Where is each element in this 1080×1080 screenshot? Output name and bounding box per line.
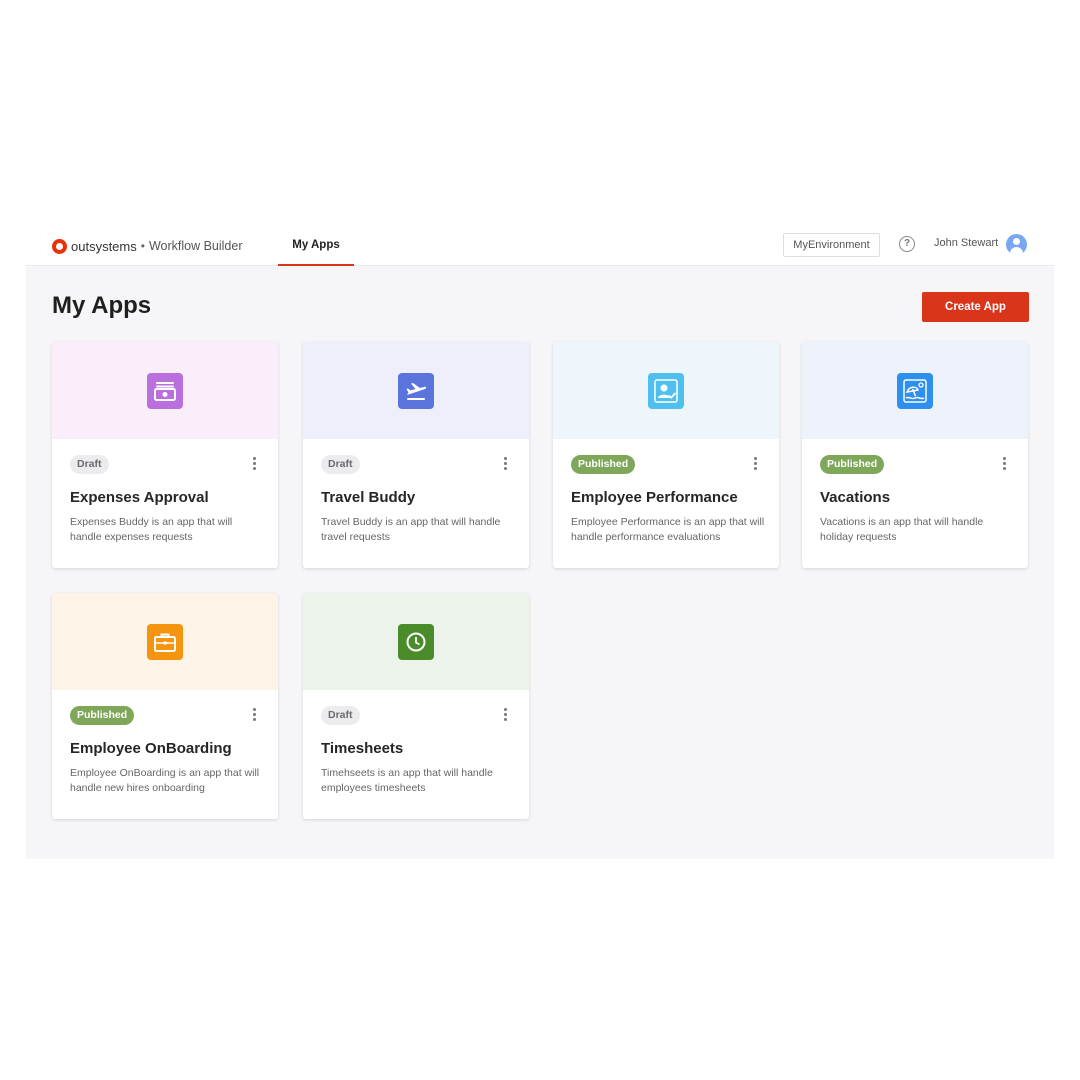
app-title: Employee OnBoarding bbox=[70, 740, 232, 757]
user-name[interactable]: John Stewart bbox=[934, 237, 998, 249]
app-card-timesheets[interactable]: Draft Timesheets Timehseets is an app th… bbox=[303, 593, 529, 819]
app-description: Employee OnBoarding is an app that will … bbox=[70, 767, 260, 794]
more-options-icon[interactable] bbox=[1001, 456, 1007, 472]
app-title: Expenses Approval bbox=[70, 489, 209, 506]
app-description: Travel Buddy is an app that will handle … bbox=[321, 516, 501, 543]
environment-selector[interactable]: MyEnvironment bbox=[783, 233, 880, 257]
beach-icon bbox=[897, 373, 933, 409]
more-options-icon[interactable] bbox=[502, 707, 508, 723]
user-check-icon bbox=[648, 373, 684, 409]
app-card-employee-performance[interactable]: Published Employee Performance Employee … bbox=[553, 342, 779, 568]
tab-my-apps[interactable]: My Apps bbox=[278, 226, 354, 266]
briefcase-icon bbox=[147, 624, 183, 660]
brand-name: outsystems bbox=[71, 238, 137, 254]
create-app-button[interactable]: Create App bbox=[922, 292, 1029, 322]
outsystems-logo[interactable]: outsystems • Workflow Builder bbox=[52, 236, 243, 256]
money-icon bbox=[147, 373, 183, 409]
app-title: Employee Performance bbox=[571, 489, 738, 506]
status-badge: Draft bbox=[321, 455, 360, 474]
top-bar: outsystems • Workflow Builder My Apps My… bbox=[26, 226, 1054, 266]
brand-separator: • bbox=[140, 239, 145, 253]
app-title: Travel Buddy bbox=[321, 489, 416, 506]
app-card-vacations[interactable]: Published Vacations Vacations is an app … bbox=[802, 342, 1028, 568]
airplane-icon bbox=[398, 373, 434, 409]
app-description: Timehseets is an app that will handle em… bbox=[321, 767, 493, 794]
status-badge: Draft bbox=[321, 706, 360, 725]
app-description: Employee Performance is an app that will… bbox=[571, 516, 765, 543]
more-options-icon[interactable] bbox=[502, 456, 508, 472]
app-card-expenses-approval[interactable]: Draft Expenses Approval Expenses Buddy i… bbox=[52, 342, 278, 568]
more-options-icon[interactable] bbox=[251, 456, 257, 472]
status-badge: Published bbox=[571, 455, 636, 474]
app-description: Vacations is an app that will handle hol… bbox=[820, 516, 984, 543]
user-avatar-icon[interactable] bbox=[1006, 234, 1027, 255]
help-icon[interactable]: ? bbox=[899, 236, 915, 252]
outsystems-logo-icon bbox=[52, 238, 67, 254]
more-options-icon[interactable] bbox=[752, 456, 758, 472]
page-title: My Apps bbox=[52, 292, 152, 319]
app-card-travel-buddy[interactable]: Draft Travel Buddy Travel Buddy is an ap… bbox=[303, 342, 529, 568]
more-options-icon[interactable] bbox=[251, 707, 257, 723]
status-badge: Draft bbox=[70, 455, 109, 474]
app-title: Vacations bbox=[820, 489, 891, 506]
app-description: Expenses Buddy is an app that will handl… bbox=[70, 516, 233, 543]
product-name: Workflow Builder bbox=[148, 239, 243, 253]
status-badge: Published bbox=[70, 706, 135, 725]
status-badge: Published bbox=[820, 455, 885, 474]
app-title: Timesheets bbox=[321, 740, 404, 757]
clock-icon bbox=[398, 624, 434, 660]
app-card-employee-onboarding[interactable]: Published Employee OnBoarding Employee O… bbox=[52, 593, 278, 819]
app-container: outsystems • Workflow Builder My Apps My… bbox=[26, 226, 1054, 859]
